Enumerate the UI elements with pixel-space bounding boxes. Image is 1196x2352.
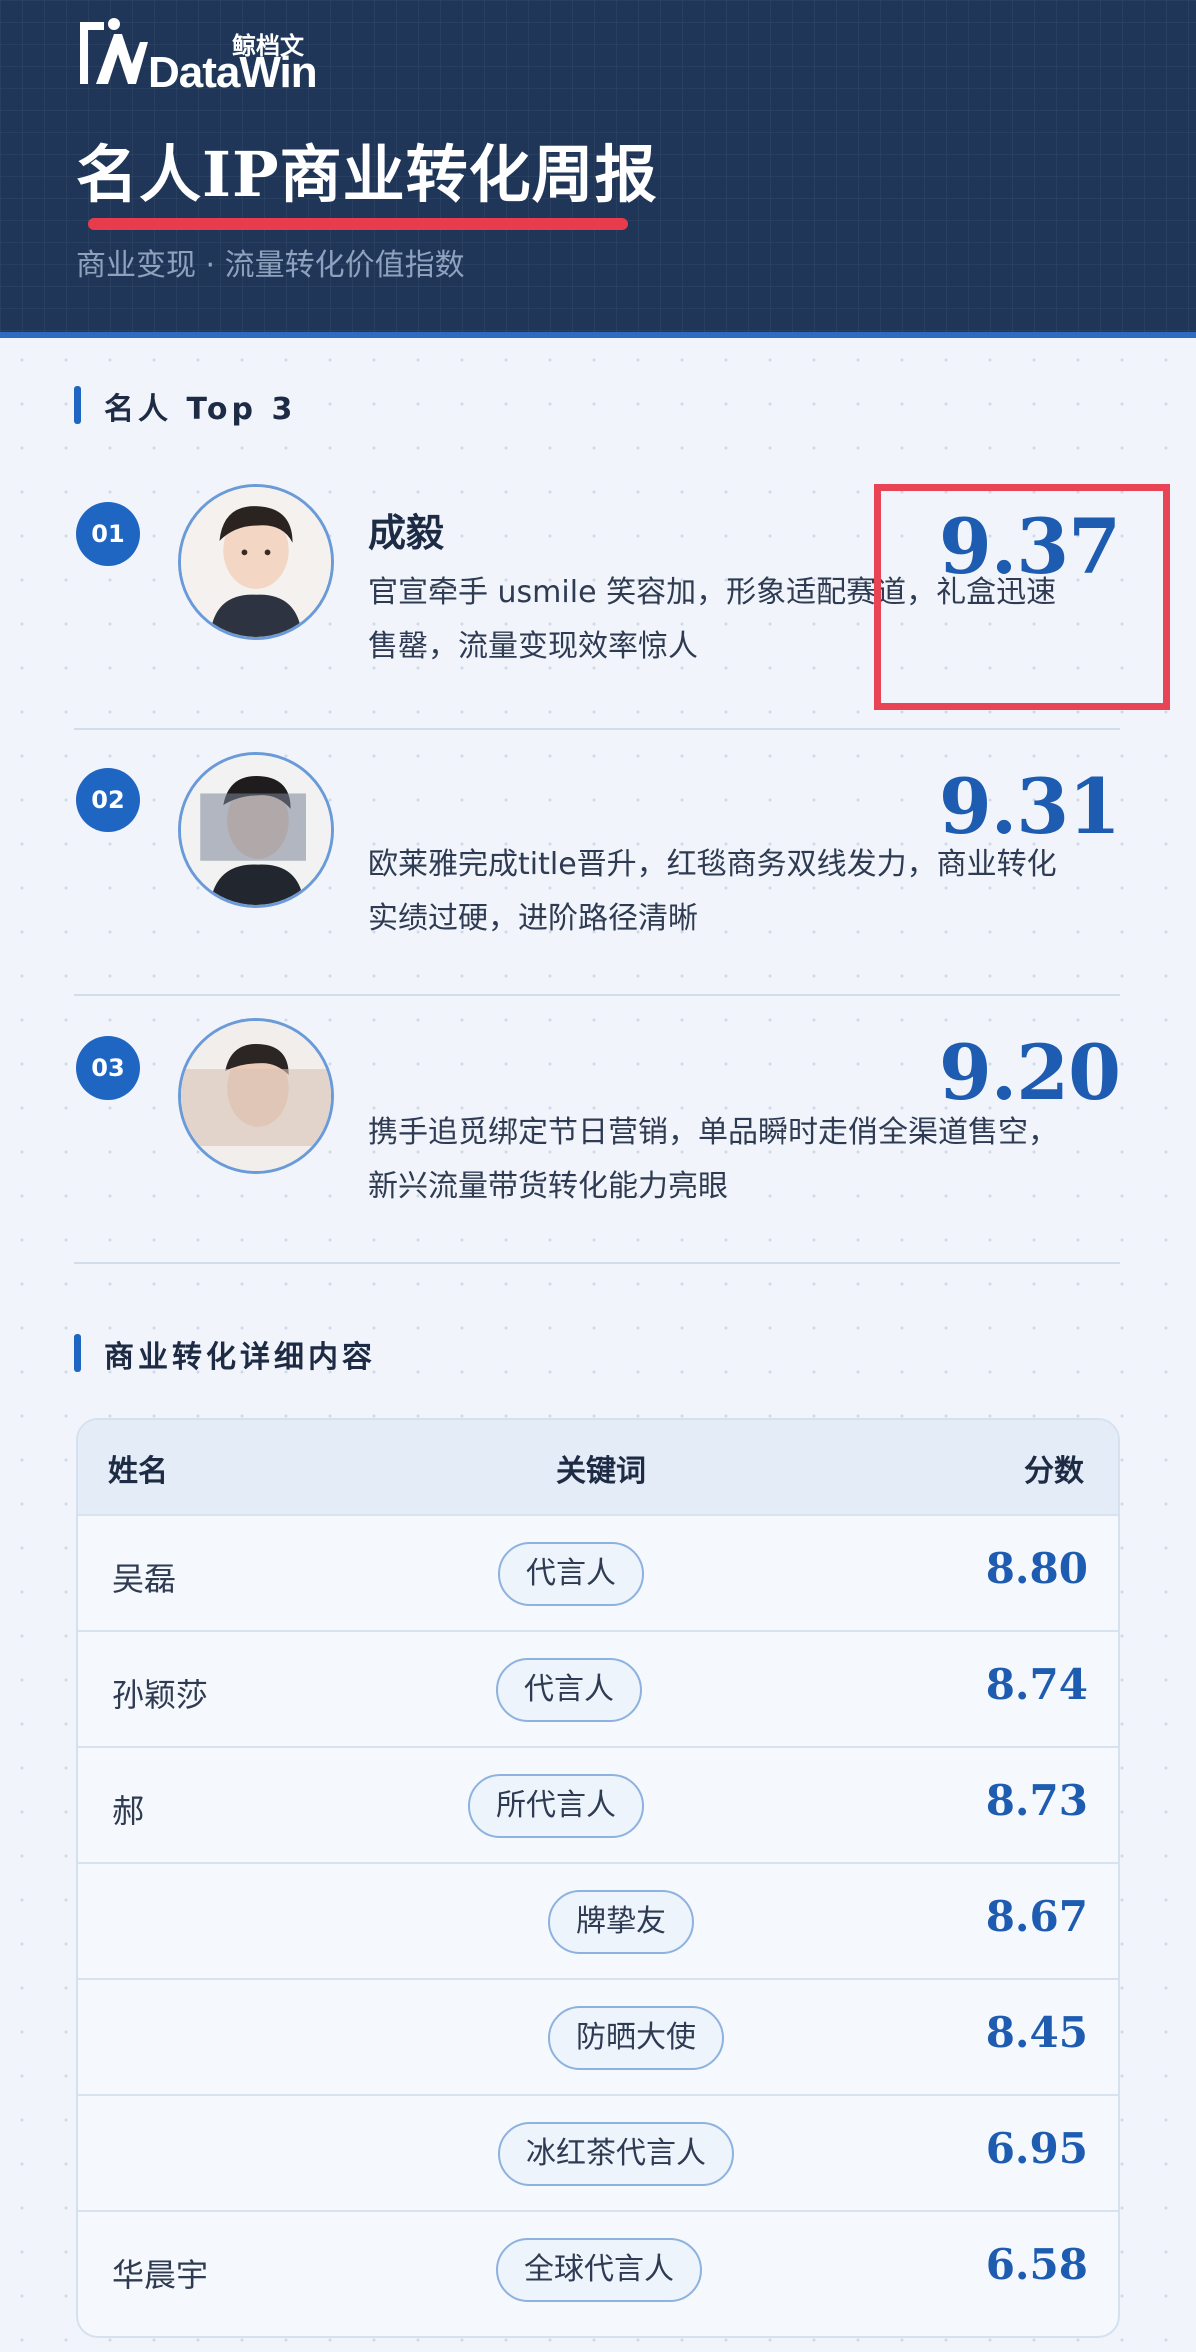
logo-english-text: DataWin xyxy=(148,48,318,97)
section-title: 商业转化详细内容 xyxy=(104,1340,376,1375)
details-table: 姓名 关键词 分数 吴磊 代言人 8.80 孙颖莎 代言人 8.74 郝 所代言… xyxy=(76,1418,1120,2338)
column-header-score: 分数 xyxy=(1024,1454,1084,1489)
keyword-tag: 所代言人 xyxy=(468,1774,644,1838)
keyword-tag: 牌挚友 xyxy=(548,1890,694,1954)
row-score: 8.74 xyxy=(985,1660,1088,1709)
row-score: 6.95 xyxy=(985,2124,1088,2173)
section-bar xyxy=(74,386,81,424)
description-line: 新兴流量带货转化能力亮眼 xyxy=(368,1169,728,1204)
row-score: 8.73 xyxy=(985,1776,1088,1825)
table-row[interactable]: 牌挚友 8.67 xyxy=(78,1862,1118,1978)
table-row[interactable]: 孙颖莎 代言人 8.74 xyxy=(78,1630,1118,1746)
table-row[interactable]: 防晒大使 8.45 xyxy=(78,1978,1118,2094)
row-score: 8.80 xyxy=(985,1544,1088,1593)
highlight-annotation-box xyxy=(874,484,1170,710)
table-row[interactable]: 冰红茶代言人 6.95 xyxy=(78,2094,1118,2210)
page-title: 名人IP商业转化周报 xyxy=(76,138,658,211)
celebrity-score: 9.31 xyxy=(938,762,1121,851)
description-line: 实绩过硬，进阶路径清晰 xyxy=(368,901,698,936)
rank-item-3[interactable]: 03 携手追觅绑定节日营销，单品瞬时走俏全渠道售空， 新兴流量带货转化能力亮眼 … xyxy=(0,998,1196,1264)
avatar xyxy=(178,752,334,908)
avatar xyxy=(178,1018,334,1174)
avatar xyxy=(178,484,334,640)
celebrity-name: 成毅 xyxy=(368,511,445,555)
celebrity-description: 携手追觅绑定节日营销，单品瞬时走俏全渠道售空， 新兴流量带货转化能力亮眼 xyxy=(368,1106,1128,1214)
avatar-portrait-icon xyxy=(181,755,331,905)
avatar-portrait-icon xyxy=(181,487,331,637)
row-name: 华晨宇 xyxy=(112,2256,209,2294)
rank-item-2[interactable]: 02 欧莱雅完成title晋升，红毯商务双线发力，商业转化 实绩过硬，进阶路径清… xyxy=(0,732,1196,998)
keyword-tag: 代言人 xyxy=(496,1658,642,1722)
page-subtitle: 商业变现 · 流量转化价值指数 xyxy=(76,248,465,283)
section-bar xyxy=(74,1334,81,1372)
section-heading-top3: 名人 Top 3 xyxy=(74,384,474,428)
row-name: 孙颖莎 xyxy=(112,1676,209,1714)
report-header: 鲸档文 DataWin 名人IP商业转化周报 商业变现 · 流量转化价值指数 xyxy=(0,0,1196,338)
divider xyxy=(74,728,1120,730)
row-score: 6.58 xyxy=(985,2240,1088,2289)
table-row[interactable]: 郝 所代言人 8.73 xyxy=(78,1746,1118,1862)
keyword-tag: 代言人 xyxy=(498,1542,644,1606)
table-row[interactable]: 华晨宇 全球代言人 6.58 xyxy=(78,2210,1118,2326)
divider xyxy=(74,994,1120,996)
table-row[interactable]: 吴磊 代言人 8.80 xyxy=(78,1514,1118,1630)
rank-badge: 02 xyxy=(76,768,140,832)
row-score: 8.67 xyxy=(985,1892,1088,1941)
datawin-logo: 鲸档文 DataWin xyxy=(74,14,318,100)
rank-badge: 01 xyxy=(76,502,140,566)
celebrity-score: 9.20 xyxy=(938,1028,1121,1117)
keyword-tag: 冰红茶代言人 xyxy=(498,2122,734,2186)
title-underline xyxy=(88,218,628,230)
row-name: 吴磊 xyxy=(112,1560,177,1598)
keyword-tag: 防晒大使 xyxy=(548,2006,724,2070)
celebrity-description: 欧莱雅完成title晋升，红毯商务双线发力，商业转化 实绩过硬，进阶路径清晰 xyxy=(368,838,1128,946)
column-header-keyword: 关键词 xyxy=(556,1454,646,1489)
avatar-portrait-icon xyxy=(181,1021,331,1171)
table-header: 姓名 关键词 分数 xyxy=(78,1420,1118,1514)
section-heading-details: 商业转化详细内容 xyxy=(74,1332,574,1376)
rank-badge: 03 xyxy=(76,1036,140,1100)
divider xyxy=(74,1262,1120,1264)
row-name: 郝 xyxy=(112,1792,145,1830)
row-score: 8.45 xyxy=(985,2008,1088,2057)
section-title: 名人 Top 3 xyxy=(104,392,297,427)
keyword-tag: 全球代言人 xyxy=(496,2238,702,2302)
column-header-name: 姓名 xyxy=(108,1454,168,1489)
